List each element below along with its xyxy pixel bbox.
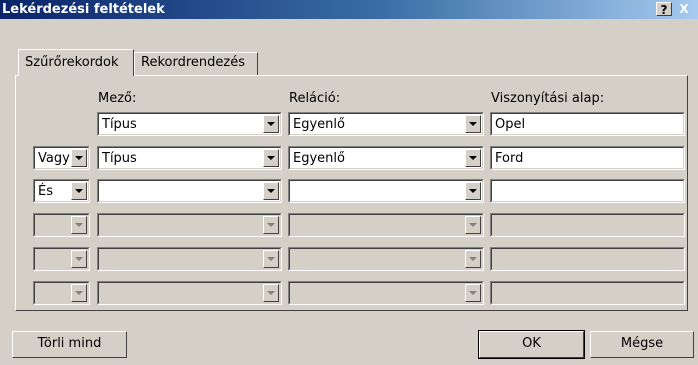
field-select-value: Típus [102, 117, 137, 132]
chevron-down-icon [465, 250, 481, 268]
clear-all-button[interactable]: Törli mind [12, 331, 127, 358]
chevron-down-icon [263, 250, 279, 268]
help-button[interactable]: ? [656, 2, 672, 17]
help-icon: ? [660, 3, 668, 17]
compare-input [490, 281, 685, 305]
field-select[interactable]: Típus [97, 146, 282, 170]
chevron-down-icon [75, 189, 83, 193]
compare-input[interactable]: Ford [490, 146, 685, 170]
chevron-down-icon [465, 216, 481, 234]
cancel-button[interactable]: Mégse [590, 331, 694, 358]
tab-sort-records[interactable]: Rekordrendezés [134, 52, 258, 75]
compare-input[interactable] [490, 179, 685, 203]
chevron-down-icon[interactable] [71, 149, 87, 167]
field-select[interactable] [97, 179, 282, 203]
compare-input[interactable]: Opel [490, 112, 685, 136]
conjunction-select[interactable]: És [33, 179, 90, 203]
chevron-down-icon [263, 216, 279, 234]
chevron-down-icon [469, 122, 477, 126]
chevron-down-icon [267, 257, 275, 261]
tab-filter-records-label: Szűrőrekordok [25, 55, 119, 70]
conjunction-select [33, 247, 90, 271]
chevron-down-icon [469, 223, 477, 227]
cancel-label: Mégse [620, 336, 664, 351]
compare-input [490, 247, 685, 271]
compare-input-value: Ford [495, 151, 524, 166]
field-column-header: Mező: [98, 91, 137, 106]
chevron-down-icon[interactable] [465, 149, 481, 167]
chevron-down-icon [71, 216, 87, 234]
chevron-down-icon [469, 189, 477, 193]
compare-column-header: Viszonyítási alap: [491, 91, 605, 106]
close-icon: X [679, 2, 689, 16]
chevron-down-icon [71, 250, 87, 268]
field-select[interactable]: Típus [97, 112, 282, 136]
chevron-down-icon [469, 291, 477, 295]
tab-sort-records-label: Rekordrendezés [141, 55, 245, 70]
compare-input-value: Opel [495, 117, 526, 132]
field-select-value: Típus [102, 151, 137, 166]
chevron-down-icon [267, 223, 275, 227]
ok-button[interactable]: OK [478, 330, 585, 359]
field-select [97, 281, 282, 305]
relation-select[interactable] [288, 179, 484, 203]
chevron-down-icon [75, 257, 83, 261]
conjunction-select [33, 281, 90, 305]
chevron-down-icon[interactable] [71, 182, 87, 200]
chevron-down-icon [75, 223, 83, 227]
chevron-down-icon [267, 122, 275, 126]
chevron-down-icon[interactable] [263, 149, 279, 167]
chevron-down-icon [263, 284, 279, 302]
clear-all-label: Törli mind [37, 336, 102, 351]
chevron-down-icon [267, 156, 275, 160]
chevron-down-icon [267, 189, 275, 193]
relation-column-header: Reláció: [289, 91, 341, 106]
relation-select-value: Egyenlő [293, 151, 345, 166]
field-select [97, 213, 282, 237]
relation-select [288, 213, 484, 237]
relation-select [288, 247, 484, 271]
relation-select[interactable]: Egyenlő [288, 146, 484, 170]
chevron-down-icon [469, 156, 477, 160]
relation-select [288, 281, 484, 305]
chevron-down-icon[interactable] [465, 115, 481, 133]
relation-select-value: Egyenlő [293, 117, 345, 132]
ok-label: OK [522, 336, 541, 351]
chevron-down-icon[interactable] [465, 182, 481, 200]
conjunction-select [33, 213, 90, 237]
compare-input [490, 213, 685, 237]
conjunction-select-value: És [38, 184, 53, 199]
conjunction-select-value: Vagy [38, 151, 70, 166]
close-button[interactable]: X [676, 2, 692, 16]
tab-filter-records[interactable]: Szűrőrekordok [18, 49, 134, 76]
conjunction-select[interactable]: Vagy [33, 146, 90, 170]
chevron-down-icon [469, 257, 477, 261]
field-select [97, 247, 282, 271]
chevron-down-icon [267, 291, 275, 295]
title-bar: Lekérdezési feltételek ? X [0, 0, 698, 19]
window-title: Lekérdezési feltételek [2, 2, 165, 17]
chevron-down-icon [71, 284, 87, 302]
relation-select[interactable]: Egyenlő [288, 112, 484, 136]
chevron-down-icon [75, 156, 83, 160]
chevron-down-icon [75, 291, 83, 295]
chevron-down-icon[interactable] [263, 182, 279, 200]
chevron-down-icon [465, 284, 481, 302]
chevron-down-icon[interactable] [263, 115, 279, 133]
